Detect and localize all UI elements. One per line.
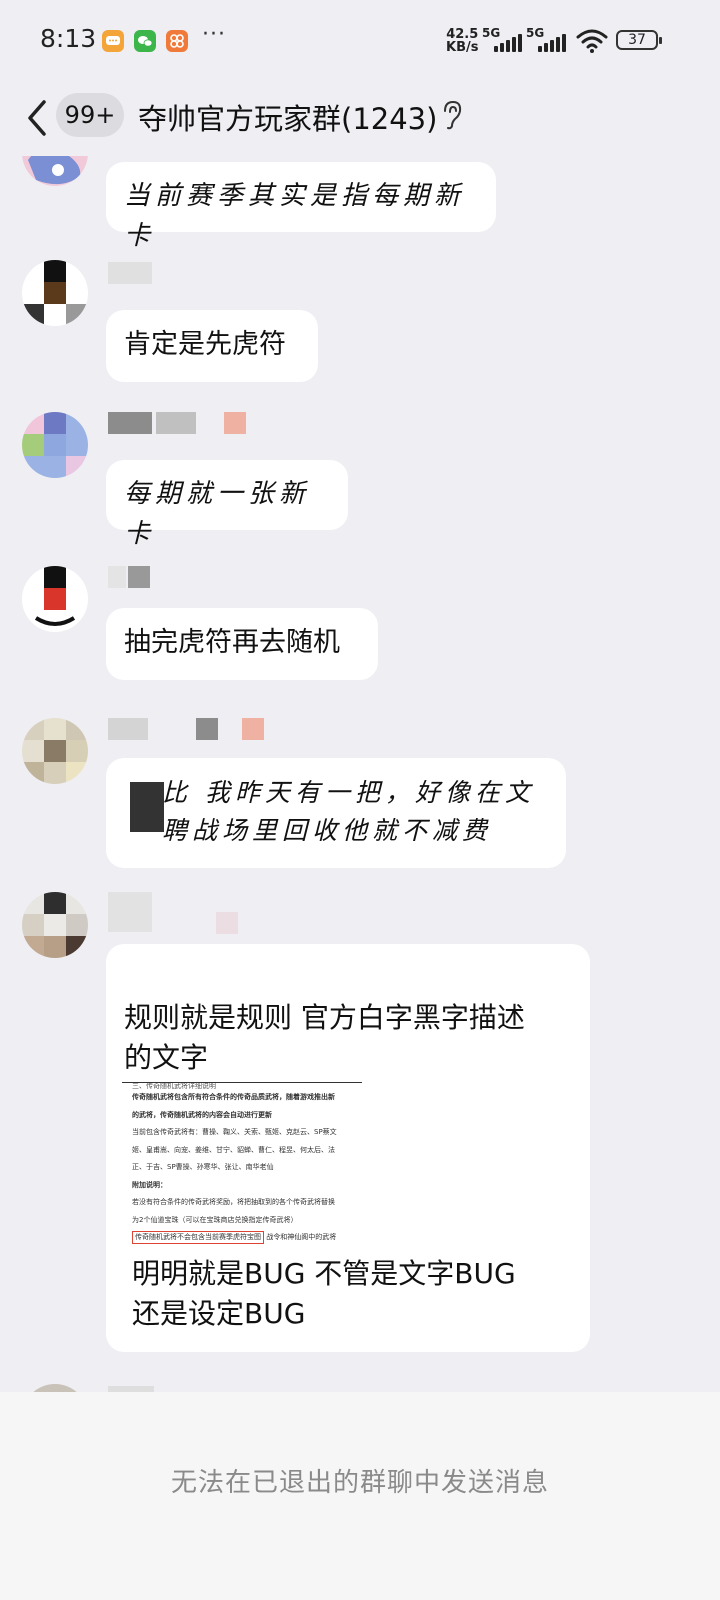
ear-icon[interactable] — [440, 98, 464, 132]
message-bubble[interactable]: 当前赛季其实是指每期新卡 — [106, 162, 496, 251]
sender-name-redacted — [108, 412, 250, 434]
avatar[interactable] — [22, 718, 88, 784]
doc-line: 当前包含传奇武将有：曹操、鞠义、关索、甄姬、克赵云、SP蔡文 — [132, 1128, 337, 1136]
left-group-notice: 无法在已退出的群聊中发送消息 — [170, 1468, 549, 1498]
avatar[interactable] — [22, 1384, 88, 1392]
message-text: 每期就一张新卡 — [124, 479, 311, 549]
doc-line: 为2个仙道宝珠（可以在宝珠商店兑换指定传奇武将） — [132, 1215, 298, 1224]
doc-line: 传奇随机武将包含所有符合条件的传奇品质武将，随着游戏推出新 — [132, 1093, 335, 1101]
message-bubble[interactable]: 抽完虎符再去随机 — [106, 608, 378, 680]
more-notifications-icon: ··· — [202, 22, 226, 47]
message-bubble[interactable]: 规则就是规则 官方白字黑字描述 的文字 三、传奇随机武将详细说明 传奇随机武将包… — [106, 944, 590, 1352]
message-bubble[interactable]: 肯定是先虎符 — [106, 310, 318, 382]
message-text: 当前赛季其实是指每期新卡 — [124, 181, 466, 251]
battery-icon: 37 — [616, 30, 662, 50]
message-list[interactable]: 当前赛季其实是指每期新卡 肯定是先虎符 每期就一张新卡 抽完虎符再去随机 比 我… — [0, 156, 720, 1392]
doc-line: 若没有符合条件的传奇武将奖励，将把抽取到的各个传奇武将替换 — [132, 1198, 335, 1206]
avatar[interactable] — [22, 412, 88, 478]
embedded-document-image[interactable]: 三、传奇随机武将详细说明 传奇随机武将包含所有符合条件的传奇品质武将，随着游戏推… — [122, 1082, 362, 1253]
avatar[interactable] — [22, 156, 88, 186]
wifi-icon — [576, 28, 608, 54]
message-bubble[interactable]: 比 我昨天有一把，好像在文 聘战场里回收他就不减费 — [106, 758, 566, 868]
doc-line: 的武将，传奇随机武将的内容会自动进行更新 — [132, 1110, 272, 1119]
message-bubble[interactable]: 每期就一张新卡 — [106, 460, 348, 549]
doc-line: 姬、皇甫嵩、向宠、姜维、甘宁、貂蝉、曹仁、程昱、何太后、法 — [132, 1145, 335, 1154]
doc-line: 正、于吉、SP曹操、孙寒华、张让、南华老仙 — [132, 1163, 274, 1171]
wechat-icon — [134, 30, 156, 52]
chat-header: 99+ 夺帅官方玩家群(1243) — [0, 84, 720, 156]
avatar[interactable] — [22, 892, 88, 958]
redaction-block — [130, 782, 164, 832]
sender-name-redacted — [108, 262, 156, 284]
doc-highlight: 传奇随机武将不会包含当前赛季虎符宝图 — [132, 1231, 264, 1244]
sender-name-redacted — [108, 718, 268, 740]
chevron-left-icon[interactable] — [20, 94, 56, 142]
status-bar: 8:13 ··· 42.5 KB/s 5G 5G 37 — [0, 0, 720, 84]
group-title[interactable]: 夺帅官方玩家群(1243) — [138, 96, 437, 138]
message-app-icon — [102, 30, 124, 52]
sender-name-redacted — [108, 892, 242, 934]
unread-count-badge[interactable]: 99+ — [56, 93, 124, 137]
message-text: 规则就是规则 官方白字黑字描述 的文字 — [124, 1001, 525, 1074]
input-disabled-bar: 无法在已退出的群聊中发送消息 — [0, 1392, 720, 1600]
message-text: 抽完虎符再去随机 — [124, 627, 340, 658]
doc-line: 传奇随机武将不会包含当前赛季虎符宝图 战令和神仙阁中的武将 — [122, 1229, 362, 1247]
doc-line: 附加说明： — [132, 1180, 167, 1189]
status-time: 8:13 — [40, 24, 97, 53]
network-speed: 42.5 KB/s — [446, 27, 479, 55]
signal-icon-sim1 — [490, 32, 524, 52]
avatar[interactable] — [22, 260, 88, 326]
signal-icon-sim2 — [534, 32, 568, 52]
avatar[interactable] — [22, 566, 88, 632]
message-text: 肯定是先虎符 — [124, 329, 286, 360]
game-app-icon — [166, 30, 188, 52]
message-text: 比 我昨天有一把，好像在文 聘战场里回收他就不减费 — [162, 778, 535, 845]
sender-name-redacted — [108, 566, 154, 588]
message-text: 明明就是BUG 不管是文字BUG 还是设定BUG — [132, 1257, 516, 1330]
